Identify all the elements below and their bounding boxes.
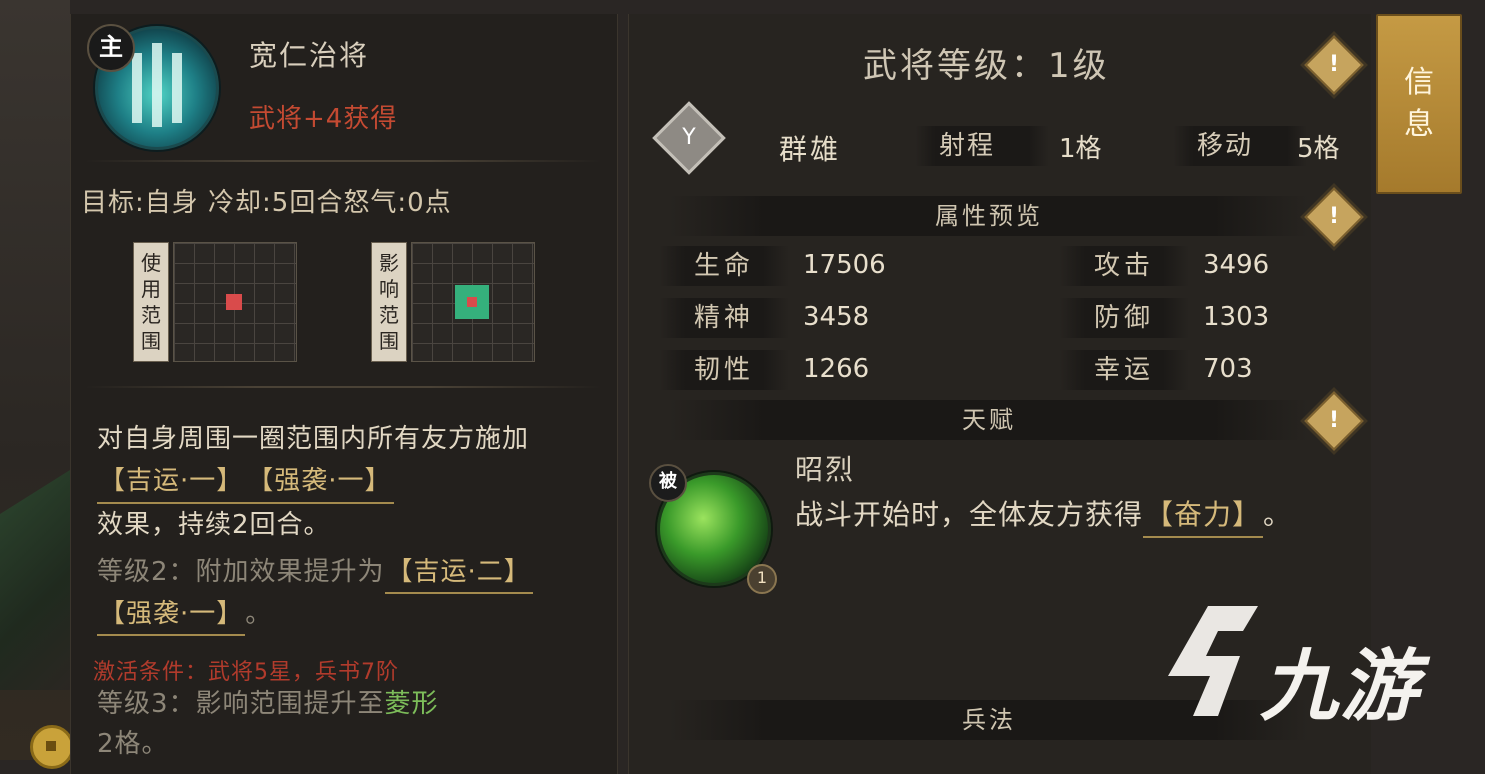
stat-value-defense: 1303 xyxy=(1203,302,1270,332)
sword-icon xyxy=(132,53,142,123)
use-range-grid xyxy=(173,242,297,362)
stat-value-hp: 17506 xyxy=(803,250,886,280)
general-level: 武将等级：1级 xyxy=(863,46,1110,86)
stat-label-luck: 幸运 xyxy=(1059,350,1189,390)
talent-info-button[interactable]: ! xyxy=(1304,391,1364,451)
activation-condition: 激活条件：武将5星，兵书7阶 xyxy=(93,660,399,685)
move-value: 5格 xyxy=(1297,134,1340,164)
faction-name: 群雄 xyxy=(779,133,842,166)
buff-tag[interactable]: 【强袭·一】 xyxy=(97,594,246,636)
skill-meta: 目标:自身 冷却:5回合怒气:0点 xyxy=(81,188,452,218)
stat-value-toughness: 1266 xyxy=(803,354,870,384)
stat-value-spirit: 3458 xyxy=(803,302,870,332)
exclamation-icon: ! xyxy=(1328,204,1340,229)
buff-tag[interactable]: 【强袭·一】 xyxy=(245,460,394,504)
skill-name: 宽仁治将 xyxy=(249,39,370,72)
info-diamond-button[interactable]: ! xyxy=(1304,35,1364,95)
effect-range-grid xyxy=(411,242,535,362)
section-talent: 天赋 xyxy=(669,400,1309,440)
talent-description: 战斗开始时，全体友方获得【奋力】。 xyxy=(795,494,1295,538)
sword-icon xyxy=(172,53,182,123)
buff-tag[interactable]: 【奋力】 xyxy=(1143,494,1264,538)
coin-icon xyxy=(30,725,74,769)
stat-label-hp: 生命 xyxy=(659,246,789,286)
self-cell xyxy=(467,297,477,307)
passive-badge: 被 xyxy=(649,464,687,502)
exclamation-icon: ! xyxy=(1328,408,1340,433)
section-attributes: 属性预览 xyxy=(669,196,1309,236)
stat-label-toughness: 韧性 xyxy=(659,350,789,390)
divider xyxy=(85,386,601,388)
self-cell xyxy=(226,294,242,310)
stat-value-attack: 3496 xyxy=(1203,250,1270,280)
use-range-label: 使 用 范 围 xyxy=(133,242,169,362)
skill-description: 对自身周围一圈范围内所有友方施加【吉运·一】 【强袭·一】 效果，持续2回合。 xyxy=(97,424,530,540)
effect-range-label: 影 响 范 围 xyxy=(371,242,407,362)
banner-icon: Y xyxy=(652,101,726,175)
range-value: 1格 xyxy=(1059,134,1102,164)
skill-panel: 主 宽仁治将 武将+4获得 目标:自身 冷却:5回合怒气:0点 使 用 范 围 … xyxy=(70,14,618,774)
skill-type: 武将+4获得 xyxy=(249,104,398,134)
buff-tag[interactable]: 【吉运·一】 xyxy=(97,460,246,504)
stat-label-defense: 防御 xyxy=(1059,298,1189,338)
info-tab[interactable]: 信 息 xyxy=(1376,14,1462,194)
divider xyxy=(85,160,601,162)
attributes-info-button[interactable]: ! xyxy=(1304,187,1364,247)
stat-label-spirit: 精神 xyxy=(659,298,789,338)
range-label: 射程 xyxy=(915,126,1049,166)
main-skill-badge: 主 xyxy=(87,24,135,72)
sword-icon xyxy=(152,43,162,127)
talent-level-badge: 1 xyxy=(747,564,777,594)
exclamation-icon: ! xyxy=(1328,52,1340,77)
watermark-text: 九游 xyxy=(1260,642,1421,732)
stat-value-luck: 703 xyxy=(1203,354,1253,384)
skill-level-3: 等级3：影响范围提升至菱形 2格。 xyxy=(97,689,439,759)
move-label: 移动 xyxy=(1173,126,1307,166)
buff-tag[interactable]: 【吉运·二】 xyxy=(384,552,533,594)
skill-level-2: 等级2：附加效果提升为【吉运·二】【强袭·一】。 xyxy=(97,552,597,636)
stat-label-attack: 攻击 xyxy=(1059,246,1189,286)
talent-name: 昭烈 xyxy=(795,453,856,486)
